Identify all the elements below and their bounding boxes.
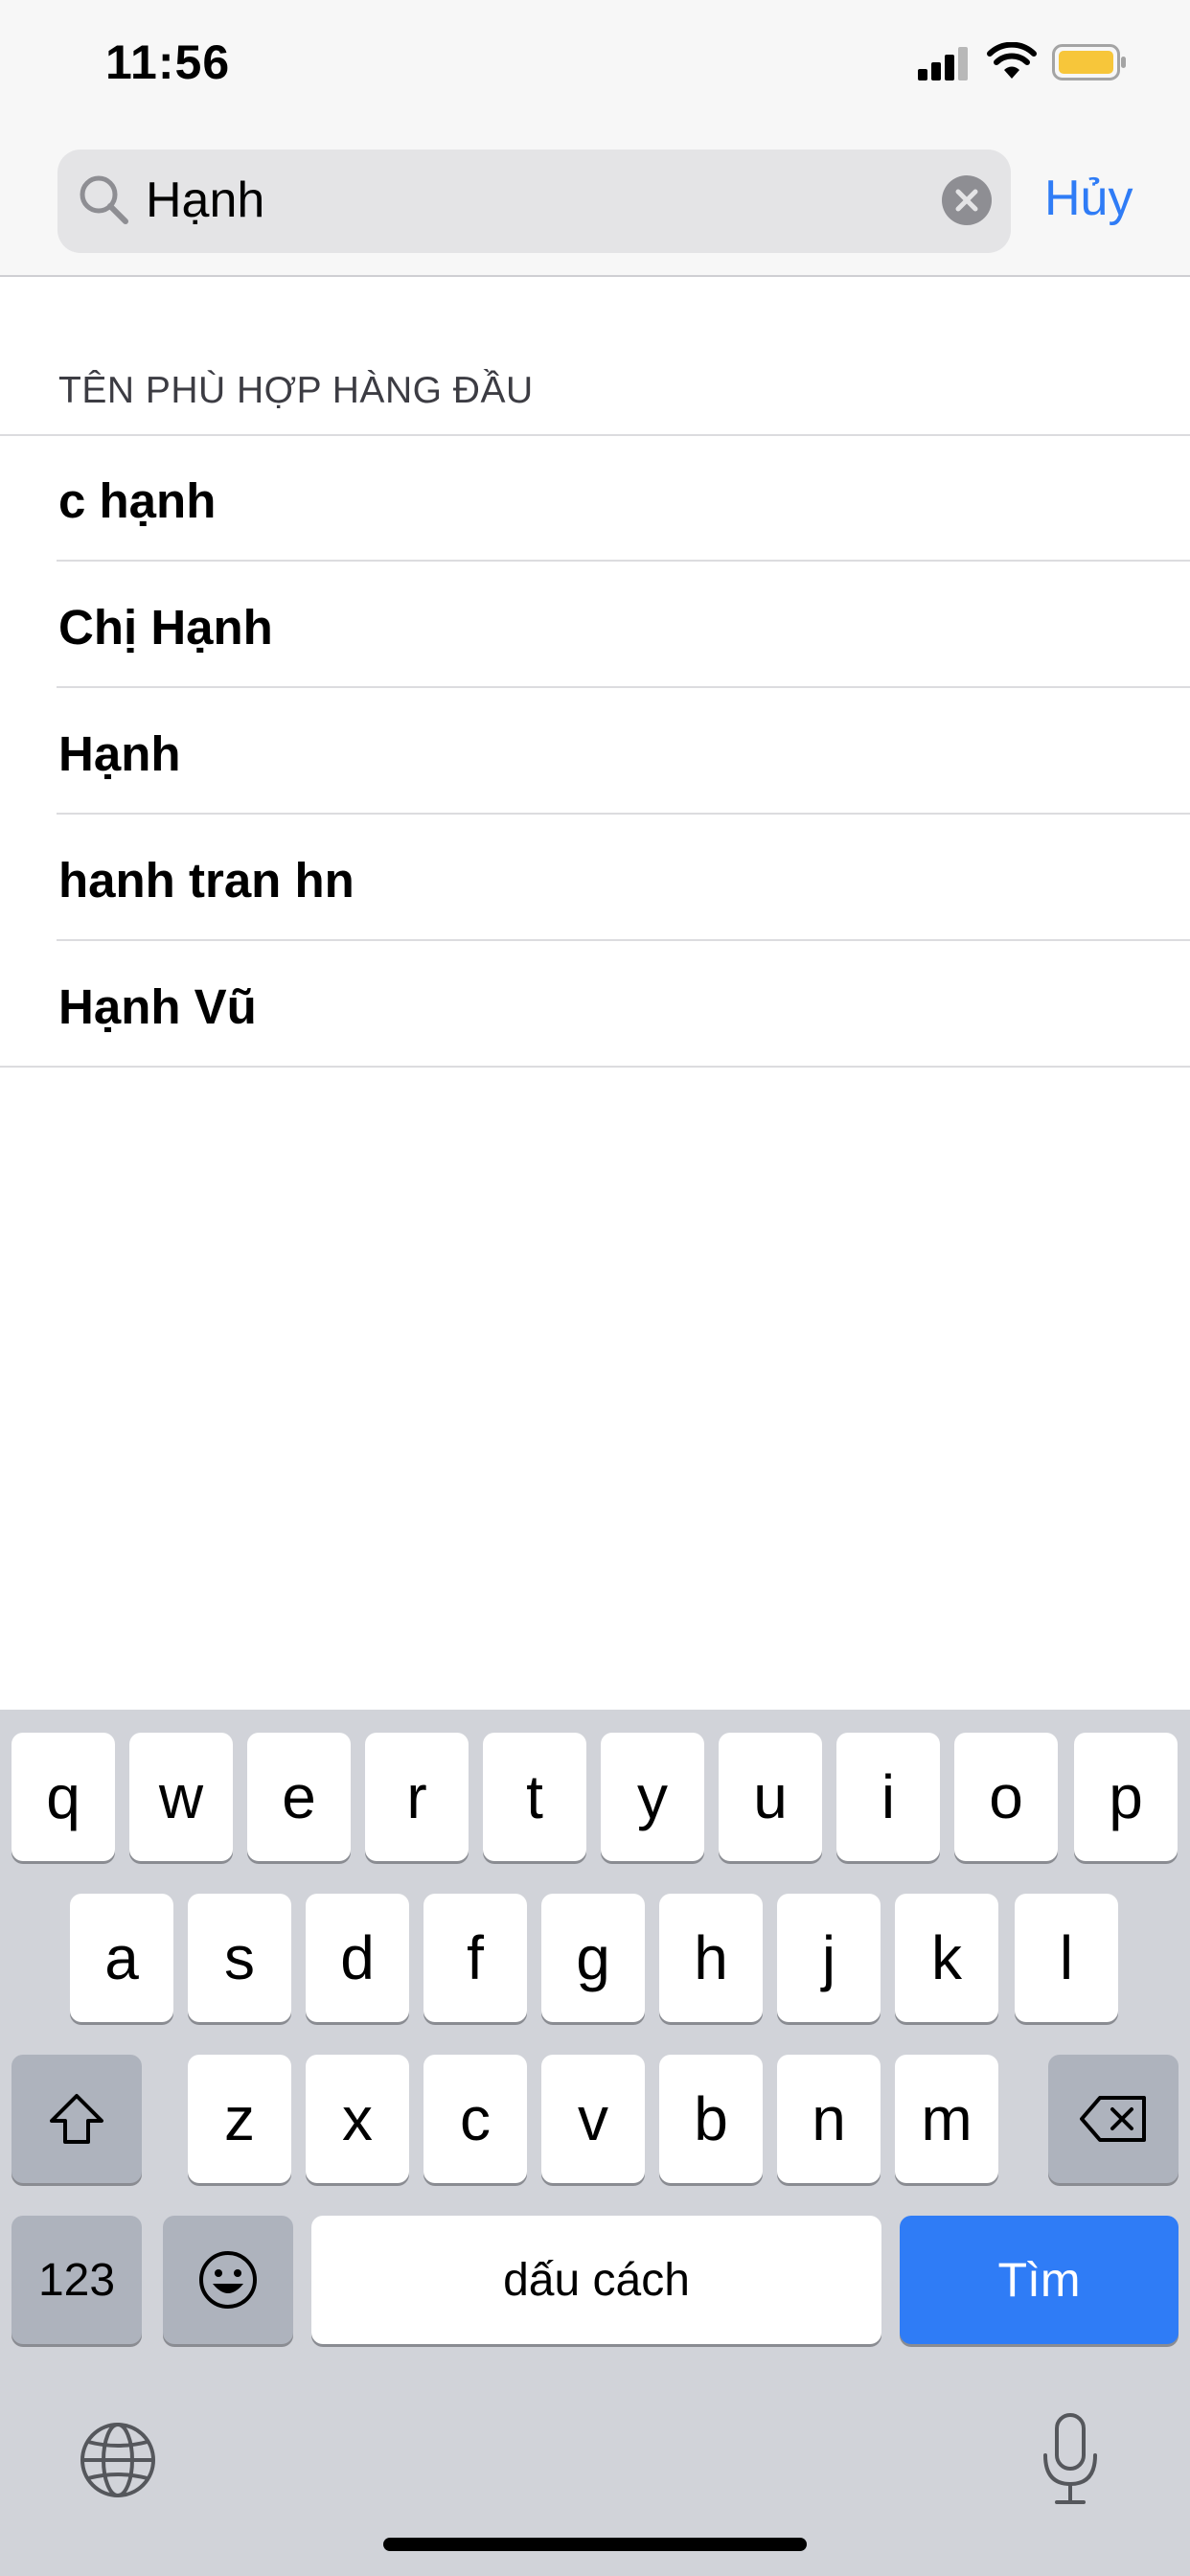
globe-icon[interactable] <box>79 2421 157 2499</box>
key-e[interactable]: e <box>247 1733 351 1861</box>
emoji-key[interactable] <box>163 2216 293 2344</box>
backspace-icon <box>1080 2096 1146 2142</box>
wifi-icon <box>987 42 1037 79</box>
result-item[interactable]: hanh tran hn <box>58 851 355 910</box>
shift-icon <box>50 2094 103 2144</box>
key-d[interactable]: d <box>306 1894 409 2022</box>
key-r[interactable]: r <box>365 1733 469 1861</box>
key-k[interactable]: k <box>895 1894 998 2022</box>
battery-icon <box>1052 44 1126 80</box>
cancel-button[interactable]: Hủy <box>1044 169 1133 228</box>
key-m[interactable]: m <box>895 2055 998 2183</box>
key-c[interactable]: c <box>423 2055 527 2183</box>
key-b[interactable]: b <box>659 2055 763 2183</box>
search-input[interactable]: Hạnh <box>146 171 264 230</box>
key-w[interactable]: w <box>129 1733 233 1861</box>
key-t[interactable]: t <box>483 1733 586 1861</box>
result-item[interactable]: Hạnh <box>58 724 181 784</box>
key-j[interactable]: j <box>777 1894 881 2022</box>
key-x[interactable]: x <box>306 2055 409 2183</box>
key-q[interactable]: q <box>11 1733 115 1861</box>
search-icon <box>80 175 128 224</box>
divider <box>57 686 1190 688</box>
key-a[interactable]: a <box>70 1894 173 2022</box>
key-s[interactable]: s <box>188 1894 291 2022</box>
key-f[interactable]: f <box>423 1894 527 2022</box>
section-header: TÊN PHÙ HỢP HÀNG ĐẦU <box>58 370 534 411</box>
key-v[interactable]: v <box>541 2055 645 2183</box>
clear-text-icon[interactable] <box>942 175 992 225</box>
divider <box>57 939 1190 941</box>
key-z[interactable]: z <box>188 2055 291 2183</box>
key-i[interactable]: i <box>836 1733 940 1861</box>
divider <box>0 1066 1190 1068</box>
header-divider <box>0 275 1190 277</box>
search-key[interactable]: Tìm <box>900 2216 1179 2344</box>
cellular-signal-icon <box>918 47 968 80</box>
status-time: 11:56 <box>105 35 231 89</box>
divider <box>0 434 1190 436</box>
numbers-key[interactable]: 123 <box>11 2216 142 2344</box>
key-g[interactable]: g <box>541 1894 645 2022</box>
result-item[interactable]: c hạnh <box>58 472 216 531</box>
backspace-key[interactable] <box>1048 2055 1179 2183</box>
keyboard: q w e r t y u i o p a s d f g h j k l z … <box>0 1710 1190 2576</box>
divider <box>57 813 1190 815</box>
result-item[interactable]: Chị Hạnh <box>58 598 273 657</box>
key-h[interactable]: h <box>659 1894 763 2022</box>
shift-key[interactable] <box>11 2055 142 2183</box>
key-n[interactable]: n <box>777 2055 881 2183</box>
divider <box>57 560 1190 562</box>
space-key[interactable]: dấu cách <box>311 2216 881 2344</box>
result-item[interactable]: Hạnh Vũ <box>58 978 257 1037</box>
emoji-icon <box>199 2251 257 2309</box>
key-p[interactable]: p <box>1074 1733 1178 1861</box>
microphone-icon[interactable] <box>1040 2411 1101 2507</box>
key-u[interactable]: u <box>719 1733 822 1861</box>
key-y[interactable]: y <box>601 1733 704 1861</box>
key-o[interactable]: o <box>954 1733 1058 1861</box>
home-indicator <box>383 2538 807 2551</box>
key-l[interactable]: l <box>1015 1894 1118 2022</box>
